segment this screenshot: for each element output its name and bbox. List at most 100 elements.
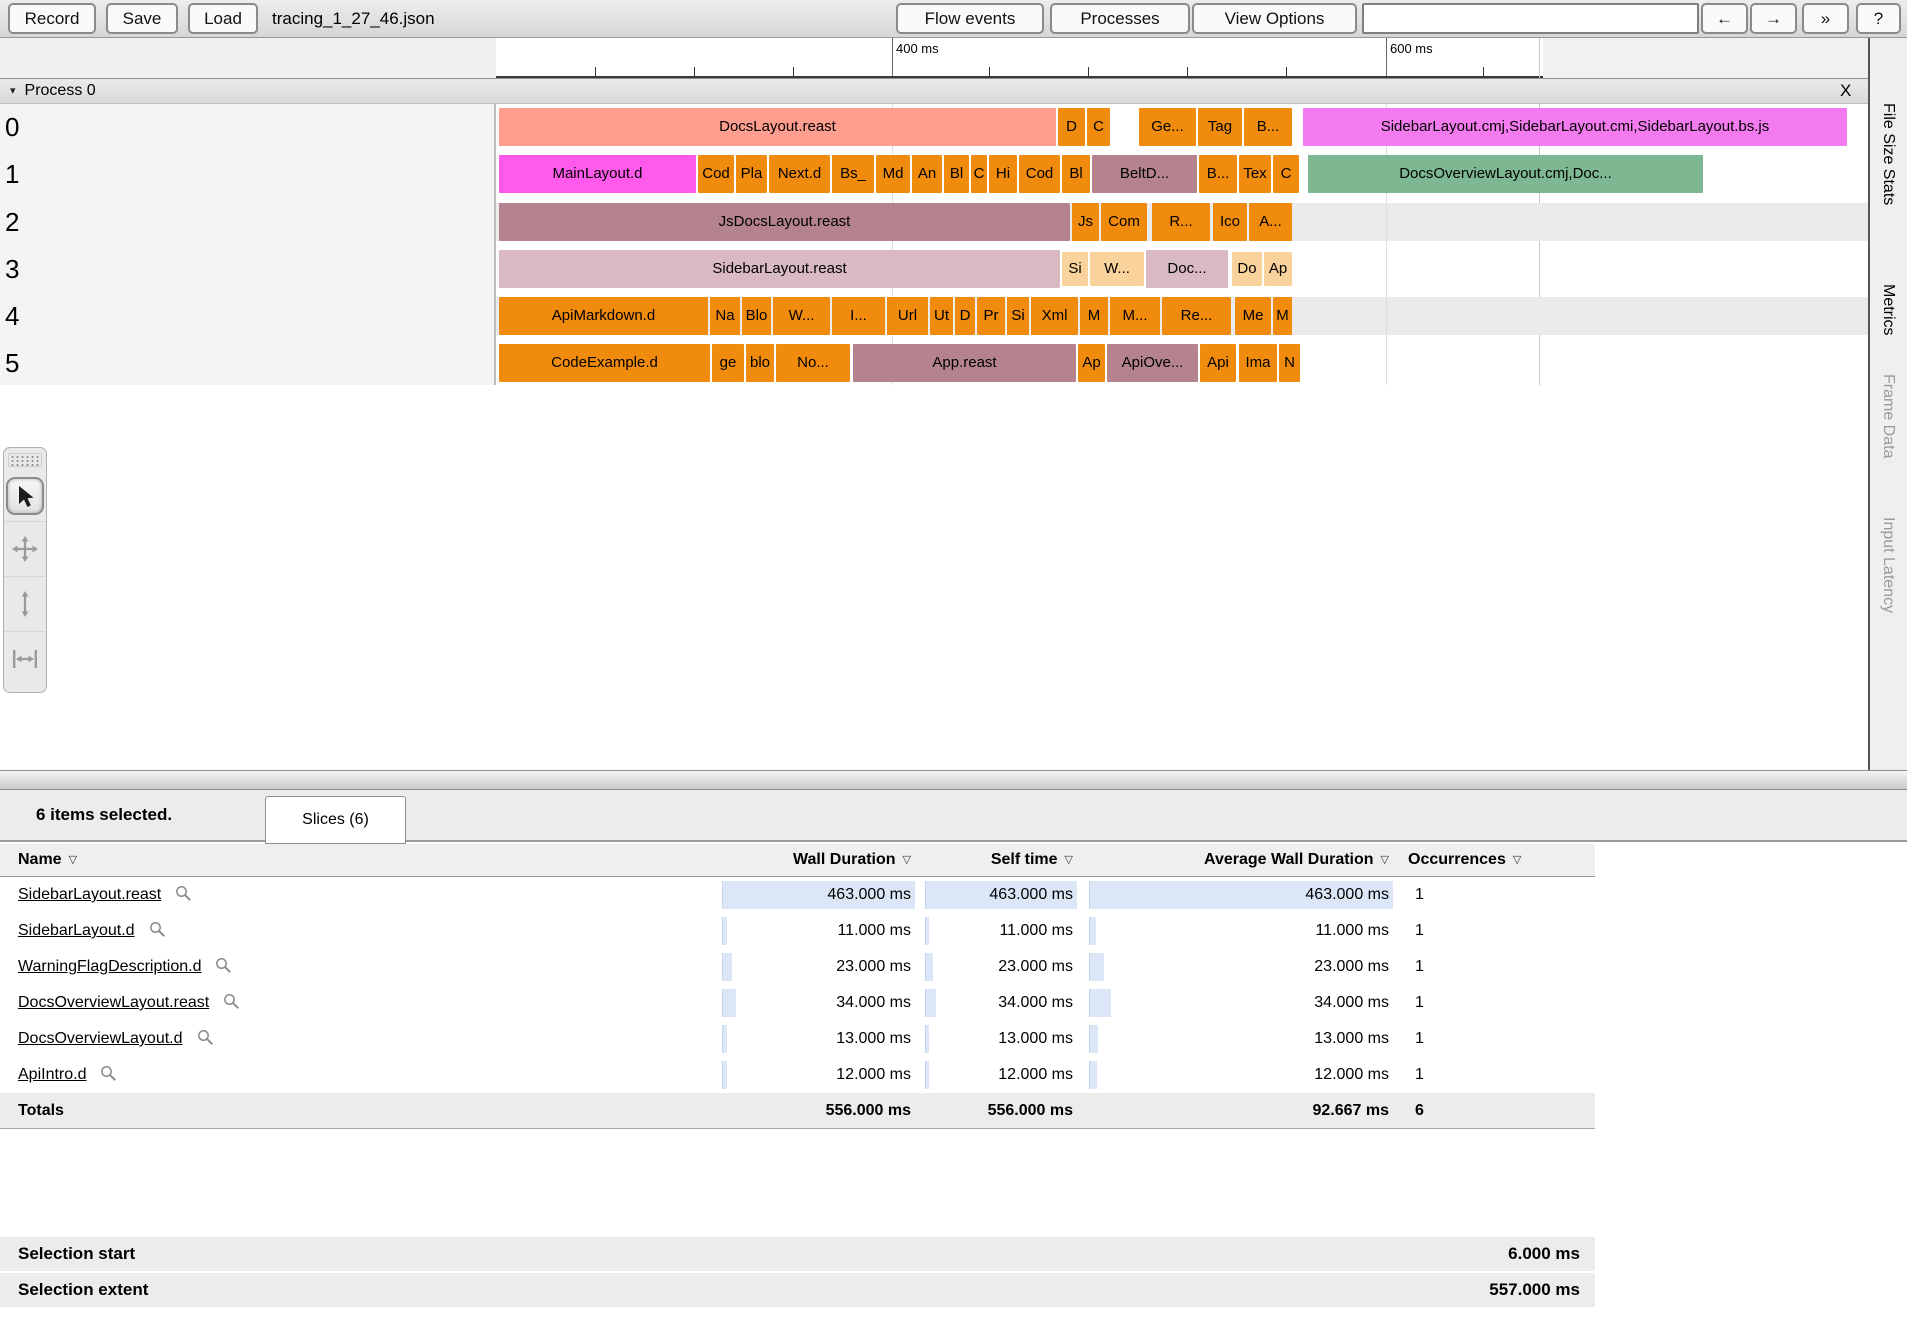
process-header[interactable]: ▾Process 0 X bbox=[0, 78, 1868, 104]
magnifier-icon[interactable] bbox=[100, 1065, 117, 1082]
trace-slice[interactable]: Js bbox=[1072, 203, 1099, 241]
column-header-self-time[interactable]: Self time▽ bbox=[925, 844, 1077, 876]
trace-slice[interactable]: Blo bbox=[742, 297, 771, 335]
slice-name-link[interactable]: SidebarLayout.d bbox=[18, 922, 135, 939]
timeline-ruler[interactable]: 400 ms600 ms bbox=[496, 38, 1543, 78]
trace-slice[interactable]: ApiMarkdown.d bbox=[499, 297, 708, 335]
trace-slice[interactable]: Tag bbox=[1198, 108, 1242, 146]
trace-slice[interactable]: Me bbox=[1235, 297, 1271, 335]
trace-slice[interactable]: SidebarLayout.cmj,SidebarLayout.cmi,Side… bbox=[1303, 108, 1847, 146]
timing-tool-button[interactable] bbox=[4, 631, 46, 686]
trace-slice[interactable]: Na bbox=[710, 297, 740, 335]
trace-slice[interactable]: Api bbox=[1200, 344, 1236, 382]
slice-name-link[interactable]: DocsOverviewLayout.reast bbox=[18, 994, 209, 1011]
trace-slice[interactable]: SidebarLayout.reast bbox=[499, 250, 1060, 288]
zoom-tool-button[interactable] bbox=[4, 576, 46, 631]
column-header-wall-duration[interactable]: Wall Duration▽ bbox=[722, 844, 915, 876]
save-button[interactable]: Save bbox=[106, 3, 178, 34]
trace-slice[interactable]: DocsLayout.reast bbox=[499, 108, 1056, 146]
magnifier-icon[interactable] bbox=[175, 885, 192, 902]
trace-slice[interactable]: R... bbox=[1152, 203, 1210, 241]
trace-slice[interactable]: Si bbox=[1062, 252, 1088, 286]
close-track-button[interactable]: X bbox=[1840, 79, 1851, 102]
trace-slice[interactable]: DocsOverviewLayout.cmj,Doc... bbox=[1308, 155, 1703, 193]
trace-slice[interactable]: Hi bbox=[989, 155, 1017, 193]
trace-slice[interactable]: Xml bbox=[1031, 297, 1078, 335]
palette-drag-handle[interactable] bbox=[8, 453, 42, 467]
trace-slice[interactable]: Tex bbox=[1239, 155, 1271, 193]
flow-events-button[interactable]: Flow events bbox=[896, 3, 1044, 34]
tab-slices[interactable]: Slices (6) bbox=[265, 796, 406, 844]
trace-slice[interactable]: N bbox=[1279, 344, 1300, 382]
trace-slice[interactable]: B... bbox=[1244, 108, 1292, 146]
trace-slice[interactable]: M bbox=[1080, 297, 1108, 335]
processes-button[interactable]: Processes bbox=[1050, 3, 1190, 34]
trace-slice[interactable]: Bs_ bbox=[832, 155, 874, 193]
trace-slice[interactable]: Do bbox=[1232, 252, 1262, 286]
trace-slice[interactable]: Pla bbox=[736, 155, 767, 193]
trace-slice[interactable]: Ima bbox=[1239, 344, 1277, 382]
find-next-button[interactable]: → bbox=[1750, 3, 1797, 34]
side-tab-file-size-stats[interactable]: File Size Stats bbox=[1879, 103, 1897, 205]
pane-splitter[interactable] bbox=[0, 770, 1907, 790]
trace-slice[interactable]: Bl bbox=[1062, 155, 1090, 193]
slice-name-link[interactable]: SidebarLayout.reast bbox=[18, 886, 161, 903]
trace-slice[interactable]: Si bbox=[1007, 297, 1029, 335]
magnifier-icon[interactable] bbox=[223, 993, 240, 1010]
view-options-button[interactable]: View Options bbox=[1192, 3, 1357, 34]
trace-slice[interactable]: Re... bbox=[1162, 297, 1231, 335]
trace-slice[interactable]: Cod bbox=[1019, 155, 1060, 193]
trace-slice[interactable]: M bbox=[1273, 297, 1292, 335]
trace-slice[interactable]: Doc... bbox=[1146, 250, 1228, 288]
magnifier-icon[interactable] bbox=[197, 1029, 214, 1046]
trace-slice[interactable]: C bbox=[971, 155, 987, 193]
trace-slice[interactable]: I... bbox=[832, 297, 885, 335]
slice-name-link[interactable]: ApiIntro.d bbox=[18, 1066, 86, 1083]
trace-slice[interactable]: Ap bbox=[1264, 252, 1292, 286]
trace-slice[interactable]: blo bbox=[746, 344, 774, 382]
trace-slice[interactable]: JsDocsLayout.reast bbox=[499, 203, 1070, 241]
trace-slice[interactable]: ApiOve... bbox=[1107, 344, 1198, 382]
pan-tool-button[interactable] bbox=[4, 521, 46, 576]
slice-name-link[interactable]: WarningFlagDescription.d bbox=[18, 958, 201, 975]
trace-slice[interactable]: App.reast bbox=[853, 344, 1076, 382]
trace-slice[interactable]: Next.d bbox=[769, 155, 830, 193]
trace-slice[interactable]: An bbox=[912, 155, 942, 193]
trace-slice[interactable]: Cod bbox=[698, 155, 734, 193]
column-header-average-wall-duration[interactable]: Average Wall Duration▽ bbox=[1089, 844, 1393, 876]
record-button[interactable]: Record bbox=[8, 3, 96, 34]
trace-slice[interactable]: M... bbox=[1110, 297, 1160, 335]
trace-slice[interactable]: Pr bbox=[977, 297, 1005, 335]
magnifier-icon[interactable] bbox=[149, 921, 166, 938]
trace-slice[interactable]: B... bbox=[1199, 155, 1237, 193]
collapse-caret-icon[interactable]: ▾ bbox=[10, 80, 16, 103]
slice-name-link[interactable]: DocsOverviewLayout.d bbox=[18, 1030, 183, 1047]
trace-slice[interactable]: D bbox=[955, 297, 975, 335]
trace-slice[interactable]: No... bbox=[776, 344, 850, 382]
selection-tool-button[interactable] bbox=[4, 471, 46, 521]
trace-slice[interactable]: W... bbox=[1090, 252, 1144, 286]
trace-slice[interactable]: Ge... bbox=[1139, 108, 1196, 146]
flame-chart[interactable]: DocsLayout.reastDCGe...TagB...SidebarLay… bbox=[0, 104, 1868, 385]
trace-slice[interactable]: C bbox=[1273, 155, 1299, 193]
trace-slice[interactable]: Ut bbox=[930, 297, 953, 335]
trace-slice[interactable]: Bl bbox=[944, 155, 969, 193]
trace-slice[interactable]: W... bbox=[773, 297, 830, 335]
help-button[interactable]: ? bbox=[1856, 3, 1901, 34]
more-options-button[interactable]: » bbox=[1802, 3, 1849, 34]
column-header-name[interactable]: Name▽ bbox=[18, 844, 77, 876]
trace-slice[interactable]: Md bbox=[876, 155, 910, 193]
trace-slice[interactable]: A... bbox=[1249, 203, 1292, 241]
trace-slice[interactable]: BeltD... bbox=[1092, 155, 1197, 193]
trace-slice[interactable]: D bbox=[1058, 108, 1085, 146]
search-input[interactable] bbox=[1362, 3, 1699, 34]
load-button[interactable]: Load bbox=[188, 3, 258, 34]
trace-slice[interactable]: MainLayout.d bbox=[499, 155, 696, 193]
trace-slice[interactable]: Ico bbox=[1213, 203, 1247, 241]
trace-slice[interactable]: Url bbox=[887, 297, 928, 335]
trace-slice[interactable]: CodeExample.d bbox=[499, 344, 710, 382]
find-previous-button[interactable]: ← bbox=[1701, 3, 1748, 34]
trace-slice[interactable]: Com bbox=[1101, 203, 1147, 241]
column-header-occurrences[interactable]: Occurrences▽ bbox=[1408, 844, 1521, 876]
magnifier-icon[interactable] bbox=[215, 957, 232, 974]
